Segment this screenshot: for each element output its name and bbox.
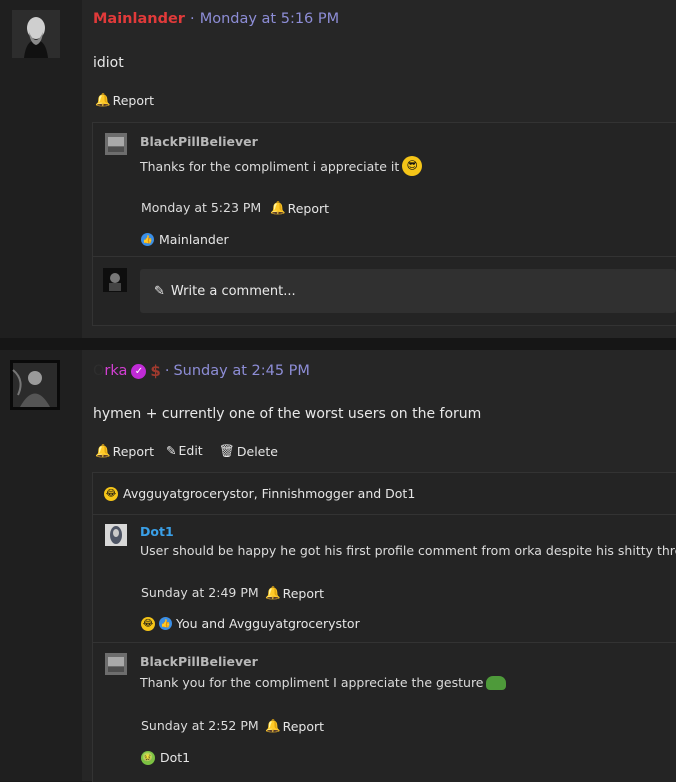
separator: · (190, 11, 195, 27)
reply-body-line: Thanks for the compliment i appreciate i… (140, 156, 423, 176)
reaction-users: Mainlander (159, 232, 229, 247)
reply-separator (93, 642, 676, 643)
reply-body-line: Thank you for the compliment I appreciat… (140, 675, 506, 690)
reply-author[interactable]: BlackPillBeliever (140, 134, 258, 149)
laughing-emoji-icon: 😂 (141, 616, 155, 631)
avatar[interactable] (10, 360, 60, 410)
author-name[interactable]: Orka (93, 363, 127, 379)
reply-body: User should be happy he got his first pr… (140, 543, 676, 558)
report-label: Report (282, 718, 325, 734)
report-button[interactable]: 🔔 Report (95, 92, 154, 108)
like-icon: 👍 (141, 233, 154, 246)
report-button[interactable]: 🔔 Report (265, 718, 324, 734)
reaction-list[interactable]: 😂 👍 You and Avgguyatgrocerystor (141, 616, 360, 631)
post-author-line: Orka ✓ $ · Sunday at 2:45 PM (93, 362, 310, 380)
post-time[interactable]: Sunday at 2:45 PM (173, 363, 309, 379)
bell-icon: 🔔 (265, 718, 281, 733)
reaction-summary[interactable]: 😂 Avgguyatgrocerystor, Finnishmogger and… (104, 486, 415, 501)
bell-icon: 🔔 (270, 200, 286, 215)
report-button[interactable]: 🔔 Report (265, 585, 324, 601)
reply-time[interactable]: Sunday at 2:49 PM (141, 585, 259, 600)
author-name[interactable]: Mainlander (93, 11, 185, 27)
report-label: Report (287, 200, 330, 216)
report-button[interactable]: 🔔 Report (270, 200, 329, 216)
verified-badge-icon: ✓ (131, 363, 147, 379)
reaction-list[interactable]: 🤢 Dot1 (141, 750, 190, 765)
sick-emoji-icon: 🤢 (141, 750, 155, 765)
report-label: Report (112, 443, 155, 459)
pencil-icon: ✎ (154, 283, 165, 299)
avatar-gutter (0, 350, 82, 781)
reply-author[interactable]: BlackPillBeliever (140, 654, 258, 669)
edit-label: Edit (178, 443, 203, 458)
reply-author[interactable]: Dot1 (140, 524, 174, 539)
delete-button[interactable]: 🗑 Delete (219, 443, 278, 459)
edit-button[interactable]: ✎ Edit (166, 443, 203, 458)
post-author-line: Mainlander · Monday at 5:16 PM (93, 11, 339, 27)
sunglasses-emoji-icon: 😎 (402, 156, 423, 176)
trash-icon: 🗑 (219, 443, 235, 458)
reaction-users: Dot1 (160, 750, 191, 765)
bell-icon: 🔔 (265, 585, 281, 600)
reaction-users: You and Avgguyatgrocerystor (176, 616, 360, 631)
avatar[interactable] (12, 10, 60, 58)
comment-placeholder: Write a comment... (170, 283, 296, 299)
pepe-emoji-icon (485, 675, 506, 690)
post-time[interactable]: Monday at 5:16 PM (200, 11, 339, 27)
avatar[interactable] (103, 268, 127, 292)
divider (0, 338, 676, 350)
delete-label: Delete (236, 443, 278, 459)
avatar[interactable] (105, 524, 127, 546)
post-body: idiot (93, 55, 124, 71)
like-icon: 👍 (159, 617, 172, 630)
reaction-list[interactable]: 👍 Mainlander (141, 232, 229, 247)
write-comment-input[interactable]: ✎ Write a comment... (140, 269, 676, 313)
report-button[interactable]: 🔔 Report (95, 443, 154, 459)
reply-time[interactable]: Sunday at 2:52 PM (141, 718, 259, 733)
reaction-summary-text: Avgguyatgrocerystor, Finnishmogger and D… (123, 486, 416, 501)
laughing-emoji-icon: 😂 (104, 486, 118, 501)
reply-time[interactable]: Monday at 5:23 PM (141, 200, 261, 215)
post-body: hymen + currently one of the worst users… (93, 406, 482, 422)
report-label: Report (112, 92, 155, 108)
avatar[interactable] (105, 133, 127, 155)
bell-icon: 🔔 (95, 92, 111, 107)
bell-icon: 🔔 (95, 443, 111, 458)
avatar[interactable] (105, 653, 127, 675)
reply-body: Thank you for the compliment I appreciat… (140, 675, 484, 690)
reply-body: Thanks for the compliment i appreciate i… (140, 158, 400, 174)
separator: · (164, 363, 170, 379)
report-label: Report (282, 585, 325, 601)
dollar-icon: $ (150, 362, 161, 380)
pencil-icon: ✎ (166, 443, 177, 458)
